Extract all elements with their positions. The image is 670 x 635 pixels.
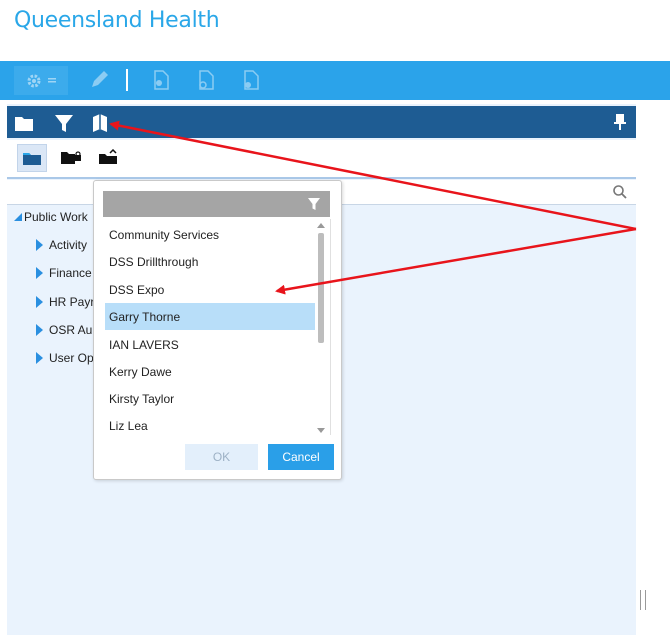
user-list: Community Services DSS Drillthrough DSS … (103, 219, 331, 435)
scroll-thumb[interactable] (318, 233, 324, 343)
filter-icon[interactable] (307, 197, 321, 211)
list-item[interactable]: DSS Drillthrough (105, 248, 315, 275)
list-item[interactable]: Kerry Dawe (105, 358, 315, 385)
document-add-icon[interactable] (240, 69, 262, 91)
document-icon[interactable] (150, 69, 172, 91)
collapsed-icon (36, 239, 43, 251)
collapsed-icon (36, 267, 43, 279)
list-item[interactable]: Community Services (105, 221, 315, 248)
scroll-up-icon[interactable] (317, 223, 325, 228)
ok-button[interactable]: OK (185, 444, 258, 470)
tree-item-label: Activity (49, 238, 88, 252)
folder-icon[interactable] (13, 112, 35, 134)
tree-root-label: Public Work (24, 210, 88, 224)
list-item[interactable]: DSS Expo (105, 276, 315, 303)
popup-header (103, 191, 330, 217)
tree-item-activity[interactable]: Activity (36, 238, 87, 252)
cancel-button[interactable]: Cancel (268, 444, 334, 470)
collapsed-icon (36, 324, 43, 336)
tab-underline (7, 177, 636, 179)
tree-item-hr-payroll[interactable]: HR Payr (36, 295, 94, 309)
chevron-down-icon (47, 77, 56, 82)
book-icon[interactable] (89, 112, 111, 134)
collapsed-icon (36, 352, 43, 364)
scroll-down-icon[interactable] (317, 428, 325, 433)
list-item[interactable]: IAN LAVERS (105, 331, 315, 358)
expanded-icon (14, 213, 22, 221)
pencil-icon[interactable] (88, 69, 110, 91)
toolbar-separator (126, 69, 128, 91)
brand-title: Queensland Health (14, 8, 220, 33)
tree-item-label: OSR Au (49, 323, 93, 337)
tree-item-finance[interactable]: Finance (36, 266, 92, 280)
folder-lock-icon (61, 151, 81, 164)
search-icon[interactable] (612, 184, 628, 200)
tab-folder[interactable] (17, 144, 47, 172)
filter-popup: Community Services DSS Drillthrough DSS … (93, 180, 342, 480)
tree-root[interactable]: Public Work (14, 210, 88, 224)
settings-menu-button[interactable] (14, 66, 68, 95)
main-toolbar (0, 61, 670, 100)
panel-header (7, 106, 636, 138)
folder-icon (23, 153, 41, 165)
list-item[interactable]: Liz Lea (105, 412, 315, 435)
panel-resize-handle[interactable] (640, 590, 646, 610)
pin-icon[interactable] (614, 114, 626, 130)
tree-item-osr[interactable]: OSR Au (36, 323, 92, 337)
list-scrollbar[interactable] (315, 223, 327, 433)
tree-item-user-op[interactable]: User Op (36, 351, 94, 365)
document-link-icon[interactable] (195, 69, 217, 91)
tree-item-label: HR Payr (49, 295, 95, 309)
collapsed-icon (36, 296, 43, 308)
filter-icon[interactable] (53, 112, 75, 134)
folder-share-icon (99, 149, 117, 164)
gear-icon (27, 74, 40, 87)
tab-folder-share[interactable] (95, 144, 123, 170)
list-item-selected[interactable]: Garry Thorne (105, 303, 315, 330)
tree-item-label: Finance (49, 266, 92, 280)
tree-item-label: User Op (49, 351, 94, 365)
panel-tabs (7, 140, 636, 178)
list-item[interactable]: Kirsty Taylor (105, 385, 315, 412)
tab-folder-lock[interactable] (57, 144, 85, 170)
